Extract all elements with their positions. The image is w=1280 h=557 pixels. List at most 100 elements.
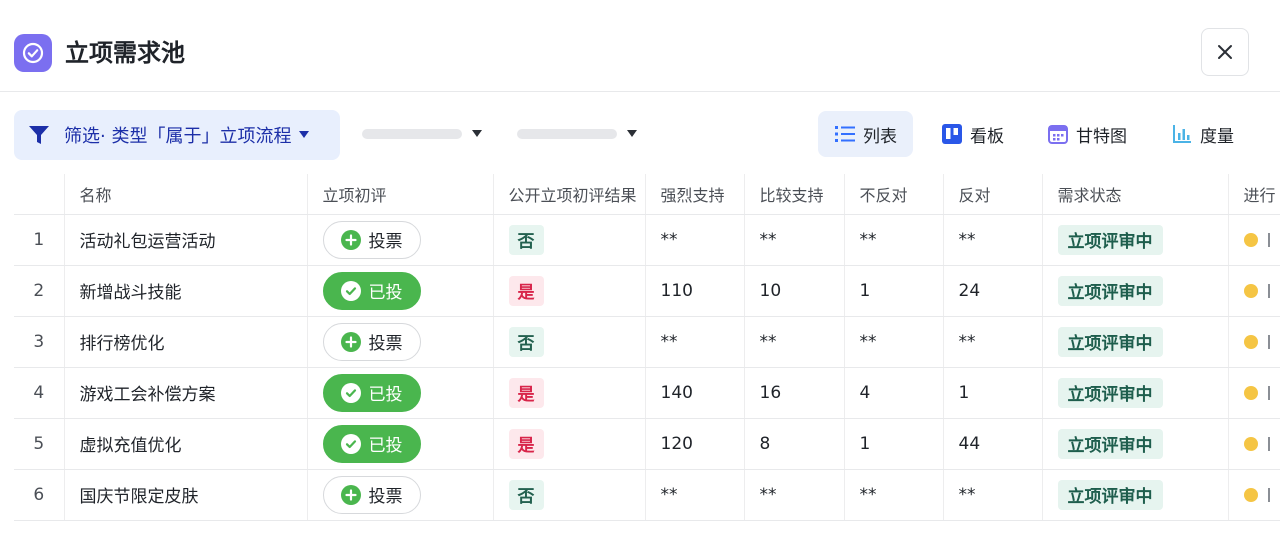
status-badge[interactable]: 立项评审中: [1057, 224, 1163, 255]
column-header-no-objection[interactable]: 不反对: [844, 174, 944, 215]
requirement-name[interactable]: 国庆节限定皮肤: [64, 469, 308, 521]
bar-chart-icon: [1172, 124, 1192, 144]
view-tab-gantt[interactable]: 甘特图: [1048, 111, 1127, 157]
column-header-oppose[interactable]: 反对: [943, 174, 1043, 215]
truncated-text: [1267, 283, 1270, 298]
check-circle-icon: [340, 280, 361, 301]
requirement-name[interactable]: 新增战斗技能: [64, 265, 308, 317]
oppose-count: 1: [943, 367, 1043, 419]
status-cell: 立项评审中: [1042, 316, 1229, 368]
requirement-name[interactable]: 虚拟充值优化: [64, 418, 308, 470]
status-dot-icon: [1243, 385, 1258, 400]
vote-button[interactable]: 投票: [322, 322, 421, 361]
close-button[interactable]: [1201, 28, 1249, 76]
oppose-count: **: [943, 214, 1043, 266]
no-objection-count: **: [844, 316, 944, 368]
table-row[interactable]: 3 排行榜优化 投票 否 ** ** ** ** 立项评审中: [14, 316, 1280, 368]
vote-button[interactable]: 已投: [322, 373, 421, 412]
result-tag: 是: [508, 275, 544, 306]
dropdown-placeholder: [362, 129, 462, 139]
support-count: **: [744, 316, 845, 368]
progress-cell: [1228, 469, 1280, 521]
truncated-text: [1267, 334, 1270, 349]
column-header-name[interactable]: 名称: [64, 174, 308, 215]
vote-label: 投票: [368, 232, 403, 252]
support-count: **: [744, 469, 845, 521]
chevron-down-icon: [299, 131, 310, 139]
vote-button[interactable]: 已投: [322, 424, 421, 463]
table-header-row: 名称 立项初评 公开立项初评结果 强烈支持 比较支持 不反对 反对 需求状态 进…: [14, 174, 1280, 215]
status-dot-icon: [1243, 436, 1258, 451]
truncated-text: [1267, 487, 1270, 502]
dialog-header: 立项需求池: [0, 0, 1280, 92]
status-badge[interactable]: 立项评审中: [1057, 428, 1163, 459]
view-tab-list[interactable]: 列表: [818, 111, 913, 157]
table-row[interactable]: 2 新增战斗技能 已投 是 110 10 1 24 立项评审中: [14, 265, 1280, 317]
status-badge[interactable]: 立项评审中: [1057, 275, 1163, 306]
row-index: 5: [14, 418, 65, 470]
column-header-strong-support[interactable]: 强烈支持: [645, 174, 745, 215]
check-circle-icon: [14, 34, 52, 72]
group-dropdown[interactable]: [362, 127, 482, 141]
result-tag: 是: [508, 377, 544, 408]
result-tag: 否: [508, 479, 544, 510]
vote-label: 已投: [368, 283, 403, 303]
oppose-count: **: [943, 469, 1043, 521]
row-index: 6: [14, 469, 65, 521]
chevron-down-icon: [472, 130, 482, 138]
vote-button[interactable]: 投票: [322, 475, 421, 514]
progress-cell: [1228, 265, 1280, 317]
vote-button[interactable]: 已投: [322, 271, 421, 310]
vote-label: 已投: [368, 385, 403, 405]
filter-button[interactable]: 筛选· 类型「属于」立项流程: [14, 110, 340, 160]
public-result-cell: 是: [493, 265, 646, 317]
view-tab-kanban[interactable]: 看板: [942, 111, 1004, 157]
result-tag: 否: [508, 224, 544, 255]
sort-dropdown[interactable]: [517, 127, 637, 141]
result-tag: 是: [508, 428, 544, 459]
table-row[interactable]: 4 游戏工会补偿方案 已投 是 140 16 4 1 立项评审中: [14, 367, 1280, 419]
table-row[interactable]: 6 国庆节限定皮肤 投票 否 ** ** ** ** 立项评审中: [14, 469, 1280, 521]
oppose-count: 44: [943, 418, 1043, 470]
vote-label: 投票: [368, 334, 403, 354]
column-header-public-result[interactable]: 公开立项初评结果: [493, 174, 646, 215]
strong-support-count: **: [645, 469, 745, 521]
support-count: 8: [744, 418, 845, 470]
public-result-cell: 是: [493, 418, 646, 470]
plus-circle-icon: [340, 331, 361, 352]
support-count: 10: [744, 265, 845, 317]
column-header-progress[interactable]: 进行: [1228, 174, 1280, 215]
plus-circle-icon: [340, 484, 361, 505]
view-tab-metrics[interactable]: 度量: [1172, 111, 1234, 157]
column-header-initial-review[interactable]: 立项初评: [307, 174, 494, 215]
status-badge[interactable]: 立项评审中: [1057, 479, 1163, 510]
vote-button[interactable]: 投票: [322, 220, 421, 259]
kanban-icon: [942, 124, 962, 144]
status-cell: 立项评审中: [1042, 265, 1229, 317]
status-dot-icon: [1243, 487, 1258, 502]
truncated-text: [1267, 436, 1270, 451]
status-badge[interactable]: 立项评审中: [1057, 326, 1163, 357]
vote-label: 已投: [368, 436, 403, 456]
row-index: 3: [14, 316, 65, 368]
requirement-name[interactable]: 游戏工会补偿方案: [64, 367, 308, 419]
status-badge[interactable]: 立项评审中: [1057, 377, 1163, 408]
row-index: 1: [14, 214, 65, 266]
column-header-support[interactable]: 比较支持: [744, 174, 845, 215]
view-tab-label: 度量: [1200, 126, 1234, 147]
public-result-cell: 是: [493, 367, 646, 419]
view-tab-label: 列表: [863, 126, 897, 147]
requirement-name[interactable]: 活动礼包运营活动: [64, 214, 308, 266]
table-row[interactable]: 1 活动礼包运营活动 投票 否 ** ** ** ** 立项评审中: [14, 214, 1280, 266]
support-count: 16: [744, 367, 845, 419]
requirement-name[interactable]: 排行榜优化: [64, 316, 308, 368]
page-title: 立项需求池: [65, 39, 185, 67]
strong-support-count: 140: [645, 367, 745, 419]
column-header-status[interactable]: 需求状态: [1042, 174, 1229, 215]
chevron-down-icon: [627, 130, 637, 138]
table-row[interactable]: 5 虚拟充值优化 已投 是 120 8 1 44 立项评审中: [14, 418, 1280, 470]
status-cell: 立项评审中: [1042, 469, 1229, 521]
status-cell: 立项评审中: [1042, 214, 1229, 266]
view-tab-label: 看板: [970, 126, 1004, 147]
gantt-icon: [1048, 124, 1068, 144]
